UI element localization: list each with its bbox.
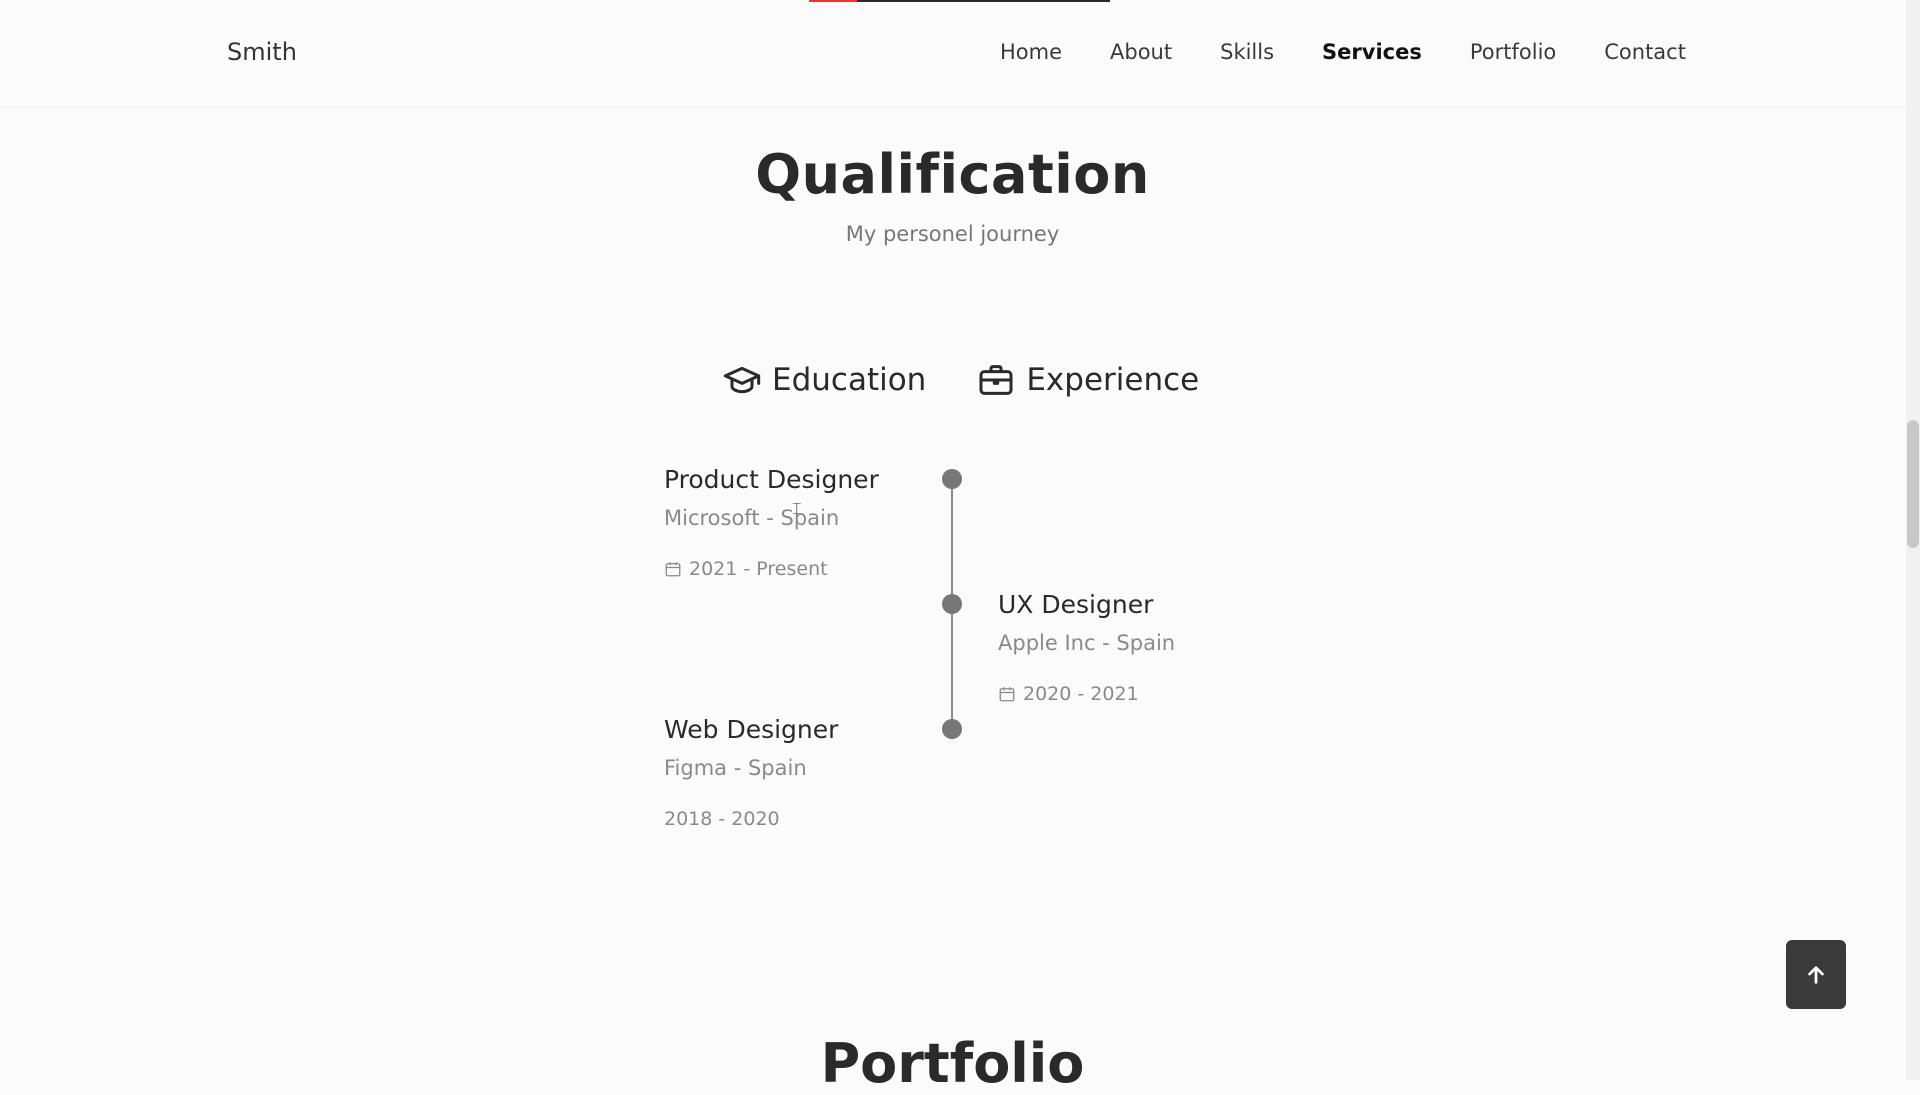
calendar-icon [999,687,1015,702]
main-nav: Home About Skills Services Portfolio Con… [1000,40,1686,64]
text-cursor-icon: ⌶ [792,499,802,518]
qualification-entry: Web Designer Figma - Spain 2018 - 2020 [664,715,838,830]
entry-org: Apple Inc - Spain [998,631,1176,655]
nav-home[interactable]: Home [1000,40,1062,64]
entry-date-text: 2021 - Present [689,558,828,580]
entry-org: Figma - Spain [664,756,807,780]
tab-experience-label: Experience [1026,362,1200,398]
arrow-up-icon [1808,965,1824,984]
qualification-subtitle: My personel journey [845,222,1060,246]
entry-title: Web Designer [664,715,839,744]
graduation-cap-icon [723,366,761,394]
nav-portfolio[interactable]: Portfolio [1470,40,1556,64]
scroll-progress-bar [809,0,1110,2]
scrollbar-thumb[interactable] [1907,420,1919,548]
nav-services[interactable]: Services [1322,40,1422,64]
qualification-entry: Product Designer Microsoft - Spain 2021 … [664,465,879,580]
nav-about[interactable]: About [1110,40,1172,64]
entry-date-text: 2020 - 2021 [1023,683,1139,705]
scroll-progress-fill [809,0,858,2]
site-logo[interactable]: Smith [227,38,297,66]
qualification-entry: UX Designer Apple Inc - Spain 2020 - 202… [998,590,1175,705]
scroll-to-top-button[interactable] [1786,940,1846,1009]
nav-skills[interactable]: Skills [1220,40,1274,64]
calendar-icon [665,562,681,577]
timeline-dot [942,719,962,739]
entry-date: 2021 - Present [664,558,879,580]
timeline-dot [942,594,962,614]
entry-title: Product Designer [664,465,879,494]
tab-education[interactable]: Education [722,360,926,400]
timeline-dot [942,469,962,489]
qualification-title: Qualification [755,143,1150,206]
entry-date-text: 2018 - 2020 [664,808,780,830]
entry-org: Microsoft - Spain [664,506,840,530]
entry-date: 2020 - 2021 [998,683,1175,705]
briefcase-icon [979,365,1013,395]
nav-contact[interactable]: Contact [1604,40,1686,64]
qualification-tabs: Education Experience [722,360,1199,400]
entry-title: UX Designer [998,590,1154,619]
site-header: Smith Home About Skills Services Portfol… [0,0,1905,107]
tab-experience[interactable]: Experience [976,360,1199,400]
tab-education-label: Education [772,362,927,398]
page-scrollbar[interactable] [1906,0,1920,1080]
entry-date: 2018 - 2020 [664,808,838,830]
portfolio-title: Portfolio [820,1032,1085,1095]
